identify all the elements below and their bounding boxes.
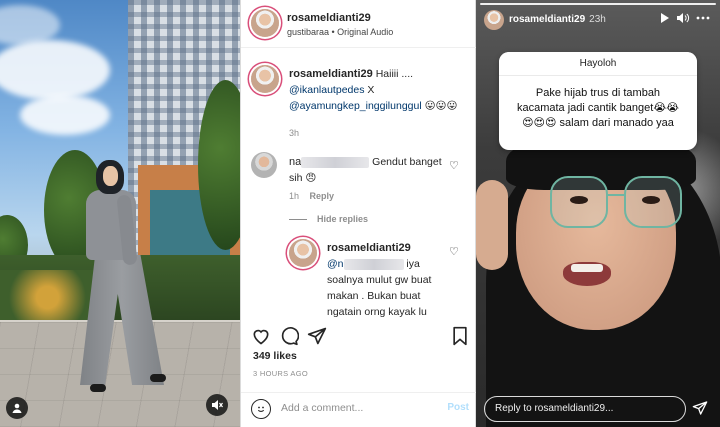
cloud	[20, 95, 110, 135]
more-dots-icon[interactable]	[696, 12, 710, 28]
reply-username[interactable]: rosameldianti29	[327, 242, 411, 254]
story-time: 23h	[589, 14, 606, 25]
post-timestamp: 3 HOURS AGO	[253, 369, 308, 378]
bookmark-icon[interactable]	[451, 326, 469, 351]
avatar[interactable]	[251, 9, 279, 37]
person-face	[103, 166, 118, 186]
paper-plane-icon[interactable]	[692, 400, 708, 420]
instagram-post-panel: rosameldianti29 gustibaraa • Original Au…	[240, 0, 477, 427]
blurred-username	[301, 156, 370, 168]
question-answer: Pake hijab trus di tambah kacamata jadi …	[516, 87, 680, 129]
hide-replies-link[interactable]: Hide replies	[317, 214, 368, 224]
comment-input[interactable]	[281, 402, 431, 414]
story-header: rosameldianti29 23h	[509, 14, 606, 25]
story-reply-bar[interactable]	[484, 396, 686, 422]
mention-link[interactable]: @ikanlautpedes	[289, 84, 364, 96]
caption-emoji: 😛😛😛	[421, 100, 458, 112]
commenter-avatar[interactable]	[251, 152, 277, 178]
cloud	[0, 5, 60, 45]
reply-text-block: @n iya soalnya mulut gw buat makan . Buk…	[327, 256, 447, 320]
story-username[interactable]: rosameldianti29	[509, 14, 585, 25]
caption-text: Haiiii ....	[375, 68, 414, 80]
glasses-bridge	[606, 194, 626, 196]
smiley-icon[interactable]	[251, 399, 271, 419]
caption-avatar[interactable]	[251, 65, 279, 93]
comment-meta: 1h Reply	[289, 191, 334, 201]
comment-bar: Post	[241, 392, 477, 427]
post-photo[interactable]	[0, 0, 240, 427]
play-icon[interactable]	[660, 12, 670, 28]
eye	[570, 196, 588, 204]
likes-count[interactable]: 349 likes	[253, 350, 297, 362]
story-viewer[interactable]: rosameldianti29 23h Hayoloh Pake hijab tr…	[476, 0, 720, 427]
commenter-username[interactable]: na	[289, 156, 301, 168]
heart-outline-icon[interactable]	[251, 326, 271, 351]
divider-line	[289, 219, 307, 220]
shoe	[90, 384, 106, 392]
comment-like-heart-icon[interactable]: ♡	[449, 159, 459, 172]
question-sticker[interactable]: Hayoloh Pake hijab trus di tambah kacama…	[499, 52, 697, 150]
post-actions	[241, 324, 477, 352]
eye	[642, 196, 660, 204]
comment-bubble-icon[interactable]	[279, 326, 300, 351]
caption-username[interactable]: rosameldianti29	[289, 68, 373, 80]
reply-avatar[interactable]	[289, 239, 317, 267]
caption: rosameldianti29 Haiiii .... @ikanlautped…	[289, 66, 469, 114]
question-title: Hayoloh	[499, 52, 697, 76]
speaker-muted-icon[interactable]	[206, 394, 228, 416]
story-progress-bar	[480, 3, 716, 5]
mention-link[interactable]: @ayamungkep_inggilunggul	[289, 100, 422, 112]
paper-plane-icon[interactable]	[307, 326, 327, 351]
reply-like-heart-icon[interactable]: ♡	[449, 245, 459, 258]
story-reply-input[interactable]	[495, 403, 675, 414]
comment-time: 1h	[289, 191, 300, 201]
story-avatar[interactable]	[484, 10, 504, 30]
post-header: rosameldianti29 gustibaraa • Original Au…	[241, 0, 477, 48]
cloud	[0, 40, 110, 100]
user-circle-icon[interactable]	[6, 397, 28, 419]
flower-bed	[0, 270, 95, 325]
post-comment-button[interactable]: Post	[447, 402, 469, 413]
reply-mention[interactable]: @n	[327, 258, 344, 270]
post-username[interactable]: rosameldianti29	[287, 12, 371, 24]
reply-link[interactable]: Reply	[310, 191, 335, 201]
blurred-mention	[343, 258, 404, 270]
comment: na Gendut banget sih 😠	[289, 154, 449, 186]
speaker-icon[interactable]	[676, 12, 690, 28]
shoe	[150, 374, 166, 382]
caption-time: 3h	[289, 128, 300, 138]
post-audio-subtitle[interactable]: gustibaraa • Original Audio	[287, 27, 393, 37]
caption-separator: X	[364, 84, 375, 96]
paved-ground	[0, 322, 240, 427]
teeth	[571, 264, 603, 272]
hand	[476, 180, 508, 270]
